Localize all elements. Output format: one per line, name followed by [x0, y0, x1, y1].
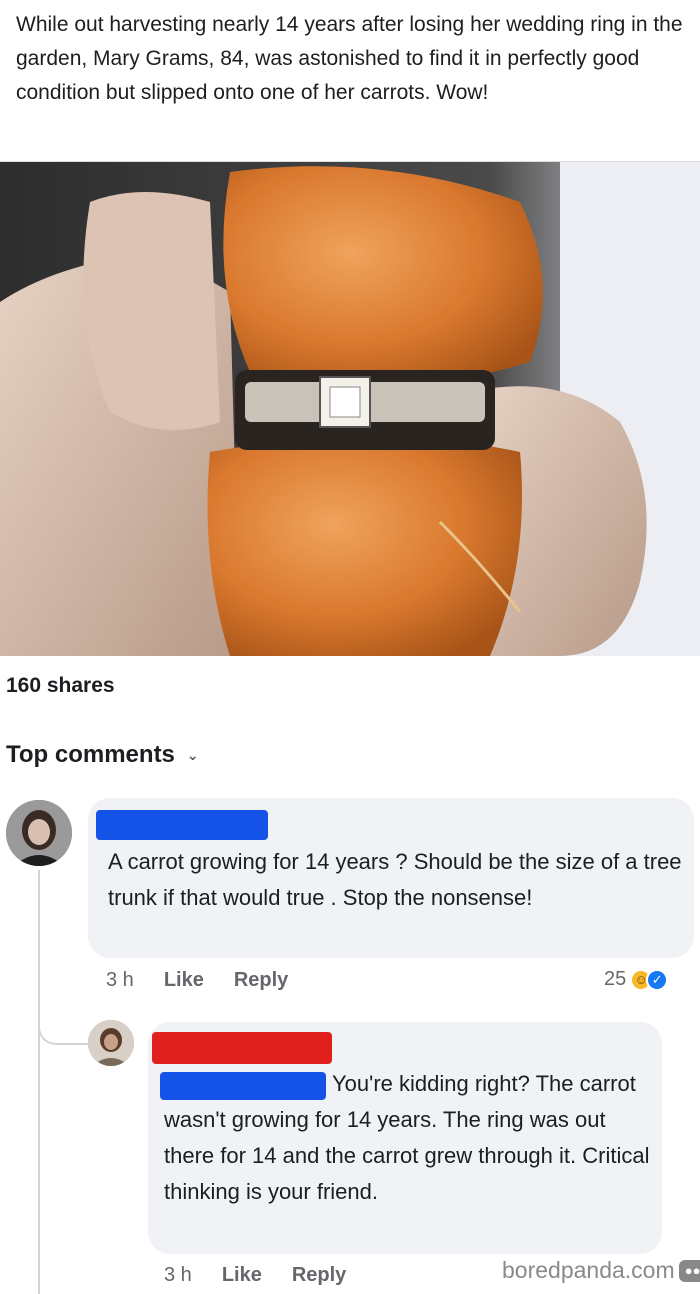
- comment-text: A carrot growing for 14 years ? Should b…: [108, 849, 682, 910]
- avatar-photo-icon: [88, 1020, 134, 1066]
- like-button[interactable]: Like: [164, 969, 204, 992]
- avatar[interactable]: [88, 1020, 134, 1066]
- comment-actions: 3 h Like Reply: [106, 969, 288, 992]
- top-comments-filter[interactable]: Top comments ⌄: [6, 741, 199, 769]
- reply-text: You're kidding right? The carrot wasn't …: [164, 1071, 650, 1204]
- shares-count[interactable]: 160 shares: [6, 674, 115, 698]
- reply-button[interactable]: Reply: [234, 969, 288, 992]
- comment-actions: 3 h Like Reply: [164, 1264, 346, 1287]
- thread-line: [38, 870, 40, 1294]
- watermark: boredpanda.com ●●: [502, 1257, 700, 1284]
- top-comments-label: Top comments: [6, 741, 175, 768]
- like-button[interactable]: Like: [222, 1264, 262, 1287]
- post-text: While out harvesting nearly 14 years aft…: [0, 0, 700, 162]
- panda-logo-icon: ●●: [678, 1259, 700, 1282]
- redacted-name: [152, 1032, 332, 1064]
- post-photo[interactable]: [0, 162, 700, 656]
- avatar-photo-icon: [6, 800, 72, 866]
- comment-time: 3 h: [106, 969, 134, 991]
- watermark-text: boredpanda.com: [502, 1257, 675, 1283]
- like-icon: ✓: [646, 968, 669, 991]
- carrot-ring-image: [0, 162, 700, 656]
- reaction-count: 25: [604, 968, 627, 990]
- reply-button[interactable]: Reply: [292, 1264, 346, 1287]
- reaction-summary[interactable]: 25 ☺ ✓: [604, 968, 669, 991]
- reply-connector: [38, 1005, 94, 1045]
- redacted-name: [96, 810, 268, 840]
- avatar[interactable]: [6, 800, 72, 866]
- chevron-down-icon: ⌄: [186, 746, 199, 763]
- comment-time: 3 h: [164, 1264, 192, 1286]
